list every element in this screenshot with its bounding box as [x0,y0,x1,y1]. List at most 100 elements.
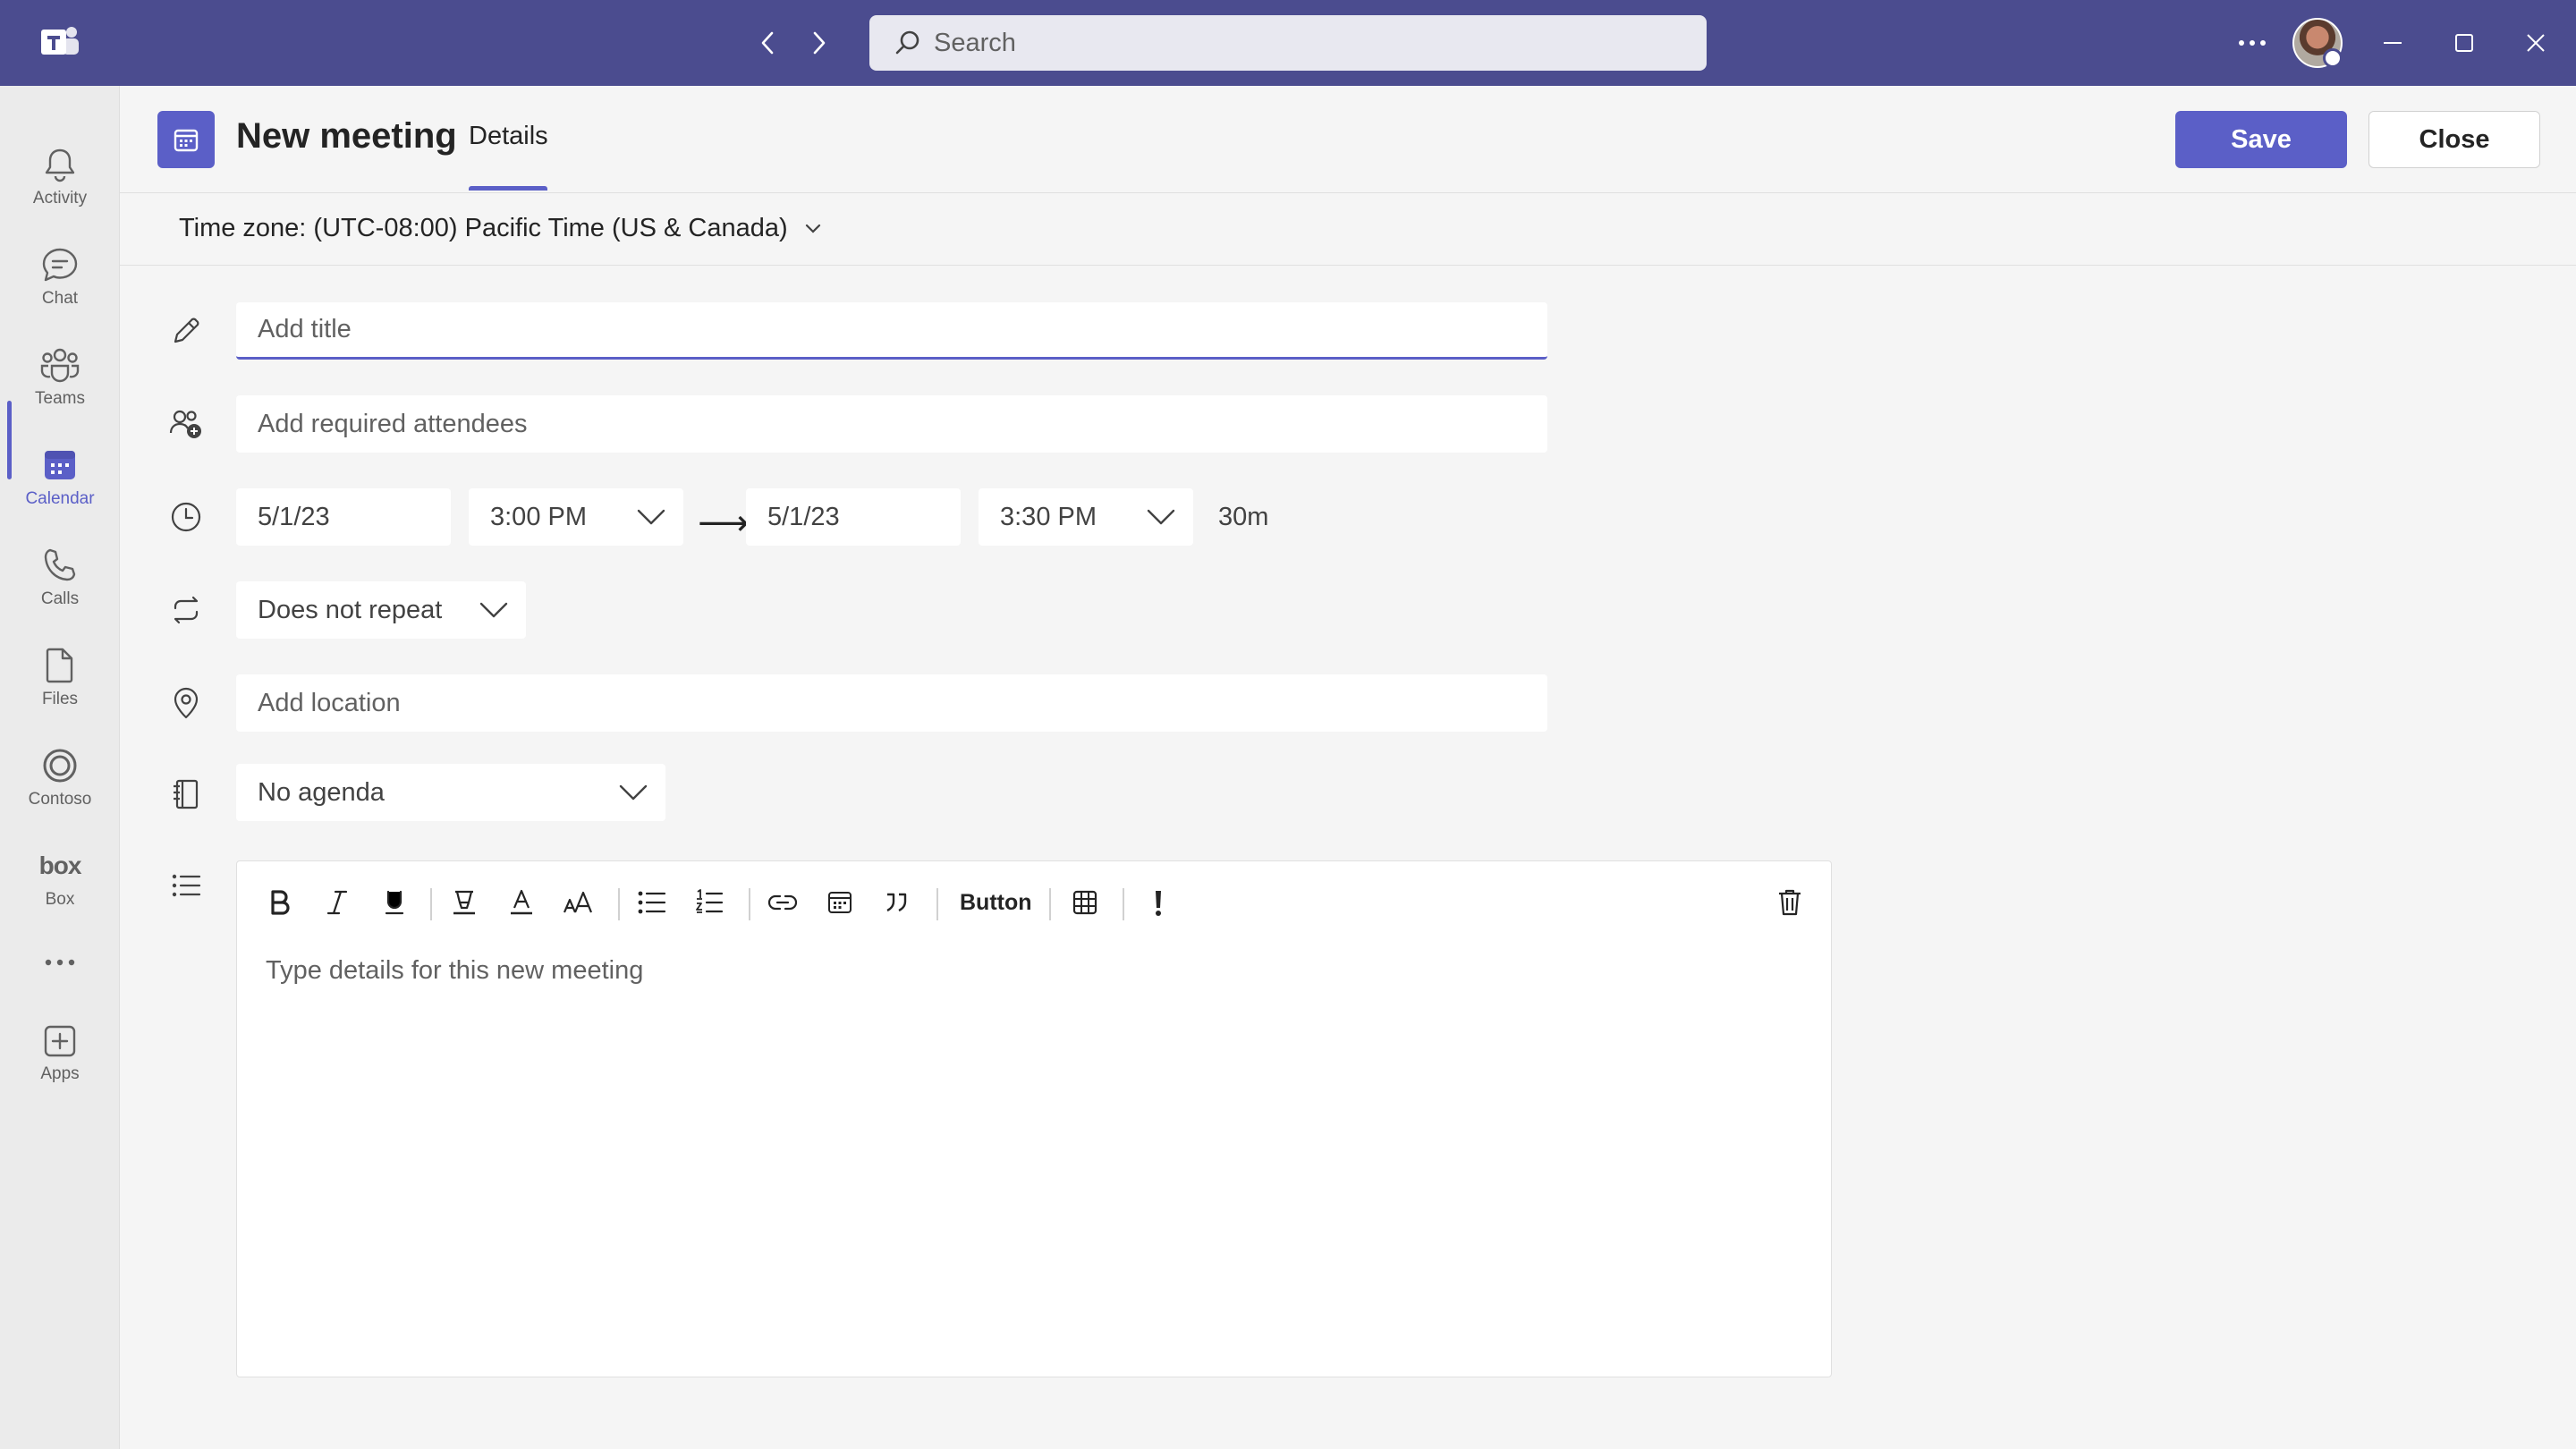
app-rail: Activity Chat Teams Calendar Calls Files… [0,86,120,1449]
rail-item-teams[interactable]: Teams [0,329,120,426]
teams-icon [40,348,80,383]
insert-link-button[interactable] [763,883,802,922]
rail-more-apps-button[interactable] [0,930,120,995]
rail-item-contoso[interactable]: Contoso [0,730,120,826]
bulleted-list-icon [638,891,666,914]
quote-button[interactable] [877,883,917,922]
rail-item-files[interactable]: Files [0,630,120,726]
font-color-button[interactable] [502,883,541,922]
toolbar-divider [1123,888,1124,920]
back-button[interactable] [750,25,785,61]
rail-item-activity[interactable]: Activity [0,129,120,225]
rail-label: Calendar [25,489,95,508]
agenda-notebook-icon [166,775,206,814]
rail-label: Files [41,690,79,708]
editor-placeholder: Type details for this new meeting [266,956,644,985]
toolbar-divider [749,888,750,920]
highlighter-icon [453,890,475,915]
bold-icon [271,890,290,915]
add-attendees-icon [166,404,206,444]
more-options-button[interactable] [2231,25,2274,61]
mark-important-button[interactable] [1139,883,1178,922]
forward-button[interactable] [801,25,837,61]
italic-button[interactable] [318,883,357,922]
end-time-dropdown[interactable]: 3:30 PM [979,488,1193,546]
meeting-header: New meeting Details Save Close [120,86,2576,193]
numbered-list-button[interactable] [690,883,729,922]
trash-icon [1779,889,1801,916]
chevron-down-icon [479,602,508,618]
insert-loop-component-button[interactable] [820,883,860,922]
chat-icon [42,248,78,282]
close-window-button[interactable] [2514,21,2557,64]
repeat-dropdown[interactable]: Does not repeat [236,581,526,639]
details-editor[interactable]: Button Type details for this new meeting [236,860,1832,1377]
repeat-icon [166,590,206,630]
rail-label: Chat [41,289,79,308]
italic-icon [326,890,348,915]
rail-item-calls[interactable]: Calls [0,530,120,626]
minimize-icon [2384,42,2402,44]
page-title: New meeting [236,116,457,156]
chevron-left-icon [761,31,774,55]
calendar-grid-icon [828,892,852,913]
search-input[interactable] [934,28,1649,58]
tab-active-indicator [469,186,547,191]
insert-table-button[interactable] [1065,883,1105,922]
chevron-down-icon [805,224,820,233]
font-color-icon [511,889,532,915]
clock-icon [166,497,206,537]
exclamation-icon [1156,891,1161,916]
insert-button-button[interactable]: Button [960,890,1032,916]
font-size-icon [563,891,593,913]
end-date-picker[interactable]: 5/1/23 [746,488,961,546]
rail-item-apps[interactable]: Apps [0,1005,120,1102]
chevron-down-icon [619,784,648,801]
title-bar [0,0,2576,86]
highlight-button[interactable] [445,883,484,922]
bell-icon [45,148,75,182]
rail-label: Activity [32,189,88,208]
underline-button[interactable] [375,883,414,922]
tab-details[interactable]: Details [469,122,548,151]
timezone-selector[interactable]: Time zone: (UTC-08:00) Pacific Time (US … [179,214,822,243]
close-icon [2527,34,2545,52]
teams-logo-icon [39,23,80,61]
bold-button[interactable] [260,883,300,922]
phone-icon [44,548,76,581]
agenda-dropdown[interactable]: No agenda [236,764,665,821]
quote-icon [886,893,907,912]
search-box[interactable] [869,15,1707,71]
close-button[interactable]: Close [2368,111,2540,168]
start-date-picker[interactable]: 5/1/23 [236,488,451,546]
rail-item-calendar[interactable]: Calendar [0,429,120,526]
toolbar-divider [430,888,432,920]
rail-item-box[interactable]: box Box [0,830,120,927]
rail-label: Calls [40,589,80,608]
font-size-button[interactable] [559,883,598,922]
bulleted-list-button[interactable] [632,883,672,922]
repeat-value: Does not repeat [258,595,443,624]
maximize-button[interactable] [2443,21,2486,64]
link-icon [767,894,798,911]
toolbar-divider [1049,888,1051,920]
table-icon [1072,890,1097,915]
add-apps-icon [44,1025,76,1057]
attendees-input[interactable] [236,395,1547,453]
rail-label: Box [45,890,75,909]
duration-label: 30m [1218,503,1269,531]
title-input[interactable] [236,302,1547,360]
start-date-value: 5/1/23 [258,502,330,531]
more-horizontal-icon [2239,40,2266,46]
location-input[interactable] [236,674,1547,732]
rail-item-chat[interactable]: Chat [0,229,120,326]
minimize-button[interactable] [2371,21,2414,64]
presence-status-icon [2323,48,2343,68]
save-button[interactable]: Save [2175,111,2347,168]
search-icon [895,30,919,55]
discard-button[interactable] [1770,883,1809,922]
edit-pencil-icon [166,311,206,351]
start-time-dropdown[interactable]: 3:00 PM [469,488,683,546]
contoso-icon [43,749,77,783]
date-range-arrow: ⟶ [698,504,750,543]
